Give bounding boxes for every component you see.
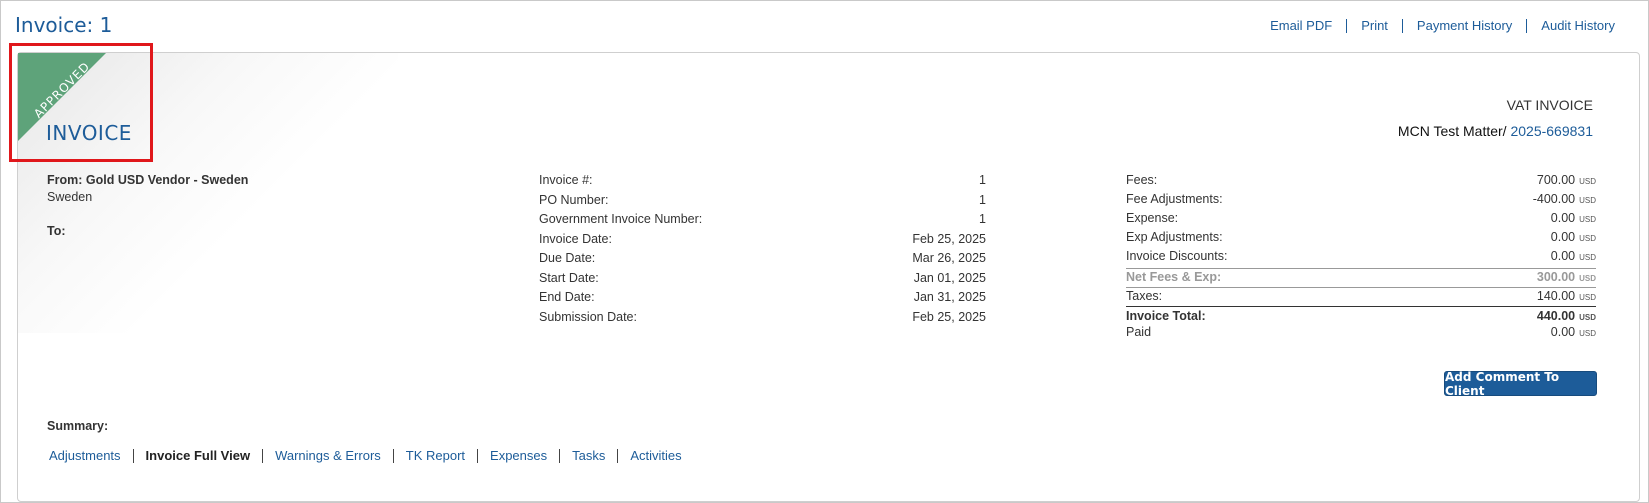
total-label: Net Fees & Exp: xyxy=(1126,270,1222,284)
total-label: Fee Adjustments: xyxy=(1126,192,1223,206)
tab-separator xyxy=(559,448,561,463)
total-value: 300.00 xyxy=(1536,270,1576,284)
net-fees-row: Net Fees & Exp: 300.00 USD xyxy=(1126,268,1596,287)
invoice-details: Invoice #: 1 PO Number: 1 Government Invoi… xyxy=(539,173,986,329)
total-value: 0.00 xyxy=(1550,249,1576,263)
detail-row: Submission Date: Feb 25, 2025 xyxy=(539,310,986,330)
detail-label: Submission Date: xyxy=(539,309,637,324)
matter-line: MCN Test Matter/ 2025-669831 xyxy=(1398,123,1593,139)
tab-warnings-errors[interactable]: Warnings & Errors xyxy=(275,448,381,463)
detail-row: Due Date: Mar 26, 2025 xyxy=(539,251,986,271)
total-label: Invoice Total: xyxy=(1126,309,1206,323)
total-label: Exp Adjustments: xyxy=(1126,230,1223,244)
invoice-total-row: Invoice Total: 440.00 USD xyxy=(1126,306,1596,325)
add-comment-button[interactable]: Add Comment To Client xyxy=(1444,370,1597,398)
tab-separator xyxy=(262,448,264,463)
currency-code: USD xyxy=(1579,215,1596,224)
link-separator xyxy=(1401,18,1403,33)
to-label: To: xyxy=(47,224,66,238)
tab-adjustments[interactable]: Adjustments xyxy=(49,448,121,463)
currency-code: USD xyxy=(1579,313,1596,322)
tab-separator xyxy=(617,448,619,463)
detail-row: PO Number: 1 xyxy=(539,193,986,213)
total-row: Fees: 700.00 USD xyxy=(1126,173,1596,192)
tab-separator xyxy=(477,448,479,463)
detail-value: 1 xyxy=(979,212,986,226)
currency-code: USD xyxy=(1579,253,1596,262)
summary-label: Summary: xyxy=(47,419,109,433)
payment-history-link[interactable]: Payment History xyxy=(1417,18,1512,33)
detail-label: Due Date: xyxy=(539,251,596,265)
detail-value: Feb 25, 2025 xyxy=(912,231,986,246)
invoice-totals: Fees: 700.00 USD Fee Adjustments: -400.00 US… xyxy=(1126,173,1596,344)
detail-row: Start Date: Jan 01, 2025 xyxy=(539,271,986,291)
from-block: From: Gold USD Vendor - Sweden Sweden xyxy=(47,173,248,204)
tab-tasks[interactable]: Tasks xyxy=(572,448,605,463)
total-value: 700.00 xyxy=(1536,173,1576,187)
top-actions: Email PDF Print Payment History Audit Hi… xyxy=(1270,18,1615,33)
detail-label: Invoice Date: xyxy=(539,231,612,246)
total-value: 440.00 xyxy=(1536,309,1576,323)
detail-value: Jan 01, 2025 xyxy=(913,270,986,285)
total-value: 0.00 xyxy=(1550,211,1576,225)
currency-code: USD xyxy=(1579,329,1596,338)
highlight-box xyxy=(9,43,153,162)
paid-row: Paid 0.00 USD xyxy=(1126,325,1596,344)
email-pdf-link[interactable]: Email PDF xyxy=(1270,18,1332,33)
detail-label: Invoice #: xyxy=(539,173,593,187)
link-separator xyxy=(1346,18,1348,33)
detail-label: PO Number: xyxy=(539,192,609,207)
link-separator xyxy=(1526,18,1528,33)
total-label: Taxes: xyxy=(1126,289,1163,303)
from-country: Sweden xyxy=(47,190,93,204)
print-link[interactable]: Print xyxy=(1361,18,1388,33)
tab-separator xyxy=(392,448,394,463)
total-value: 140.00 xyxy=(1536,289,1576,303)
total-label: Invoice Discounts: xyxy=(1126,249,1228,263)
total-row: Invoice Discounts: 0.00 USD xyxy=(1126,249,1596,268)
currency-code: USD xyxy=(1579,293,1596,302)
currency-code: USD xyxy=(1579,234,1596,243)
matter-name: MCN Test Matter/ xyxy=(1397,123,1507,139)
total-value: 0.00 xyxy=(1550,230,1576,244)
total-value: -400.00 xyxy=(1532,192,1576,206)
currency-code: USD xyxy=(1579,177,1596,186)
invoice-type: VAT INVOICE xyxy=(1506,97,1593,113)
taxes-row: Taxes: 140.00 USD xyxy=(1126,287,1596,306)
detail-value: Mar 26, 2025 xyxy=(912,251,986,265)
total-label: Fees: xyxy=(1126,173,1158,187)
detail-row: Invoice Date: Feb 25, 2025 xyxy=(539,232,986,252)
detail-row: Invoice #: 1 xyxy=(539,173,986,193)
currency-code: USD xyxy=(1579,196,1596,205)
total-label: Expense: xyxy=(1126,211,1179,225)
detail-row: End Date: Jan 31, 2025 xyxy=(539,290,986,310)
page-title: Invoice: 1 xyxy=(15,13,113,37)
from-vendor: From: Gold USD Vendor - Sweden xyxy=(47,173,249,187)
total-row: Expense: 0.00 USD xyxy=(1126,211,1596,230)
summary-tabs: Adjustments Invoice Full View Warnings &… xyxy=(49,448,682,463)
detail-value: 1 xyxy=(979,173,986,187)
audit-history-link[interactable]: Audit History xyxy=(1541,18,1615,33)
tab-tk-report[interactable]: TK Report xyxy=(406,448,465,463)
total-row: Exp Adjustments: 0.00 USD xyxy=(1126,230,1596,249)
detail-label: Government Invoice Number: xyxy=(539,212,703,226)
tab-expenses[interactable]: Expenses xyxy=(490,448,547,463)
detail-row: Government Invoice Number: 1 xyxy=(539,212,986,232)
currency-code: USD xyxy=(1579,274,1596,283)
total-value: 0.00 xyxy=(1550,325,1576,339)
tab-activities[interactable]: Activities xyxy=(630,448,681,463)
total-row: Fee Adjustments: -400.00 USD xyxy=(1126,192,1596,211)
tab-separator xyxy=(132,448,134,463)
detail-value: Feb 25, 2025 xyxy=(912,309,986,324)
detail-label: Start Date: xyxy=(539,270,599,285)
matter-number-link[interactable]: 2025-669831 xyxy=(1510,123,1593,139)
detail-label: End Date: xyxy=(539,290,595,304)
detail-value: 1 xyxy=(979,192,986,207)
detail-value: Jan 31, 2025 xyxy=(913,290,986,304)
tab-invoice-full-view[interactable]: Invoice Full View xyxy=(146,448,251,463)
total-label: Paid xyxy=(1126,325,1152,339)
